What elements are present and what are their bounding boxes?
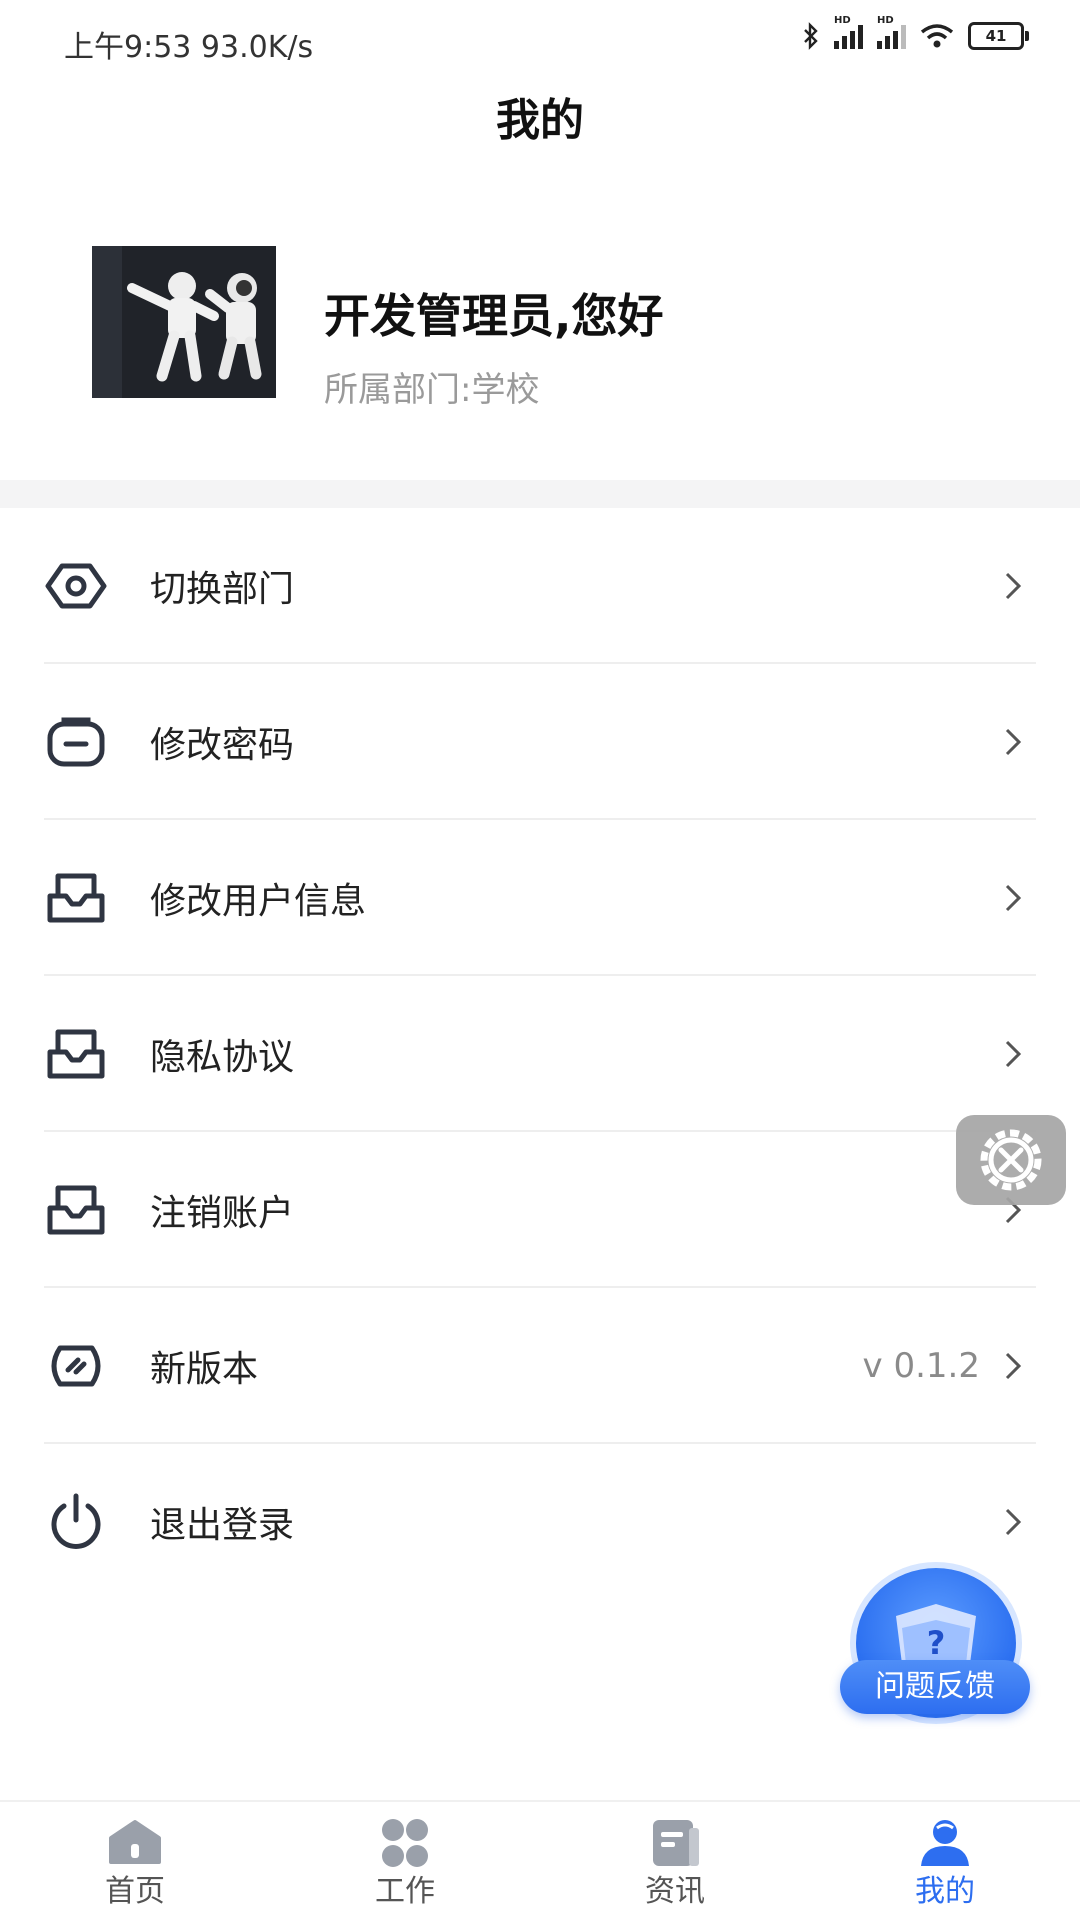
menu-item-label: 修改用户信息 [150,881,367,922]
inbox-icon [47,873,105,923]
grid-icon [382,1819,428,1867]
menu-item-edit-user-info[interactable]: 修改用户信息 [0,820,1080,976]
tab-label: 我的 [915,1874,975,1909]
battery-icon: 41 [968,22,1029,50]
feedback-label: 问题反馈 [840,1660,1030,1714]
tab-label: 资讯 [645,1874,705,1909]
status-bar: 上午9:53 93.0K/s HD HD 41 [0,0,1080,86]
home-icon [109,1820,161,1864]
version-value: v 0.1.2 [862,1346,980,1386]
gear-wrench-icon [980,1129,1042,1191]
menu-item-label: 切换部门 [150,569,295,610]
menu-item-label: 注销账户 [150,1193,295,1234]
power-icon [51,1493,101,1549]
version-badge-icon [51,1345,101,1387]
menu-item-label: 新版本 [150,1349,259,1390]
chevron-right-icon [1005,1040,1022,1068]
tab-mine[interactable]: 我的 [810,1802,1080,1922]
bottom-tab-bar: 首页 工作 资讯 我的 [0,1800,1080,1922]
inbox-icon [47,1029,105,1079]
menu-item-delete-account[interactable]: 注销账户 [0,1132,1080,1288]
inbox-icon [47,1185,105,1235]
avatar[interactable] [92,246,276,398]
chevron-right-icon [1005,728,1022,756]
svg-text:?: ? [927,1624,946,1662]
page-title: 我的 [496,95,584,146]
hexagon-eye-icon [45,563,107,609]
feedback-button[interactable]: ? 问题反馈 [840,1568,1030,1718]
tab-home[interactable]: 首页 [0,1802,270,1922]
menu-item-switch-department[interactable]: 切换部门 [0,508,1080,664]
menu-item-privacy-policy[interactable]: 隐私协议 [0,976,1080,1132]
lock-bag-icon [47,717,105,767]
menu-item-label: 修改密码 [150,725,295,766]
chevron-right-icon [1005,1352,1022,1380]
chevron-right-icon [1005,572,1022,600]
menu-item-label: 隐私协议 [150,1037,295,1078]
status-icons: HD HD 41 [802,15,1029,50]
signal-icon: HD [834,15,863,49]
menu-item-label: 退出登录 [150,1505,295,1546]
user-icon [921,1820,969,1866]
wifi-icon [920,24,954,48]
chevron-right-icon [1005,1508,1022,1536]
user-greeting: 开发管理员,您好 [324,289,664,343]
menu-item-change-password[interactable]: 修改密码 [0,664,1080,820]
tab-label: 首页 [105,1874,165,1909]
chevron-right-icon [1005,884,1022,912]
bluetooth-icon [804,22,818,50]
floating-settings-button[interactable] [956,1115,1066,1205]
status-time-speed: 上午9:53 93.0K/s [64,30,314,65]
user-department: 所属部门:学校 [324,370,540,410]
tab-work[interactable]: 工作 [270,1802,540,1922]
section-divider [0,480,1080,508]
settings-menu: 切换部门 修改密码 修改用户信息 隐私协议 注销账户 新版本 v 0.1.2 退… [0,508,1080,1600]
tab-news[interactable]: 资讯 [540,1802,810,1922]
tab-label: 工作 [375,1874,435,1909]
news-icon [653,1820,699,1866]
signal-icon: HD [877,15,906,49]
menu-item-new-version[interactable]: 新版本 v 0.1.2 [0,1288,1080,1444]
